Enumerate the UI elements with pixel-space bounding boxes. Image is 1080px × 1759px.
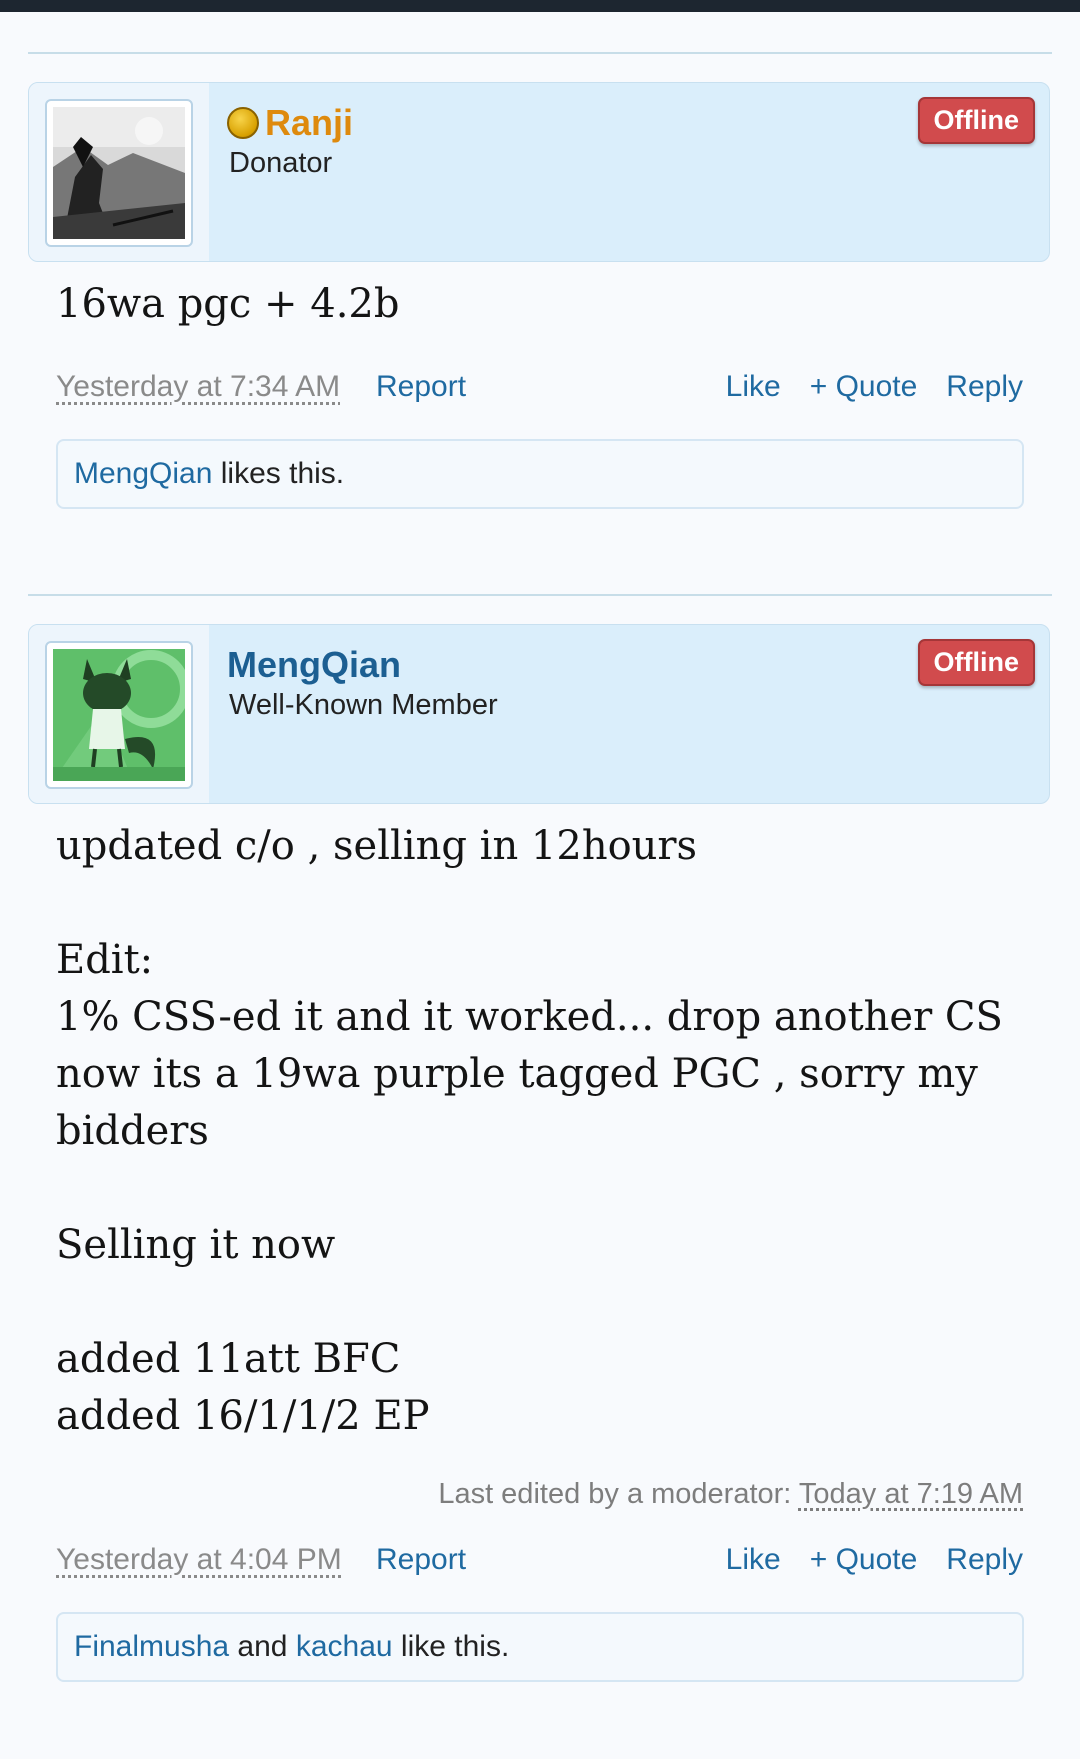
likes-summary: MengQian likes this. <box>56 439 1024 509</box>
reply-link[interactable]: Reply <box>946 1543 1023 1577</box>
message-line: bidders <box>56 1108 209 1154</box>
like-link[interactable]: Like <box>726 370 781 404</box>
avatar-image <box>53 649 185 781</box>
user-title: Donator <box>229 147 333 179</box>
liker-link[interactable]: kachau <box>296 1630 393 1663</box>
quote-link[interactable]: + Quote <box>810 1543 918 1577</box>
message-line: 1% CSS-ed it and it worked... drop anoth… <box>56 994 1003 1040</box>
user-title: Well-Known Member <box>229 689 498 721</box>
message-line <box>56 1274 1036 1331</box>
message-line: Edit: <box>56 937 154 983</box>
message-line <box>56 1160 1036 1217</box>
message-line <box>56 875 1036 932</box>
user-card: MengQian Well-Known Member Offline <box>28 624 1050 804</box>
like-link[interactable]: Like <box>726 1543 781 1577</box>
username[interactable]: Ranji <box>265 101 353 145</box>
username-row: Ranji <box>227 101 353 145</box>
gold-coin-icon <box>227 107 259 139</box>
likes-suffix: like this. <box>400 1630 510 1663</box>
post-divider <box>28 594 1052 596</box>
avatar-column <box>29 83 209 261</box>
liker-link[interactable]: MengQian <box>74 457 212 490</box>
reply-link[interactable]: Reply <box>946 370 1023 404</box>
post-message: 16wa pgc + 4.2b <box>56 276 1036 333</box>
user-card: Ranji Donator Offline <box>28 82 1050 262</box>
report-link[interactable]: Report <box>376 370 466 404</box>
edit-note-prefix: Last edited by a moderator: <box>438 1478 792 1510</box>
status-badge: Offline <box>917 97 1035 144</box>
message-line: updated c/o , selling in 12hours <box>56 823 698 869</box>
post-footer: Yesterday at 7:34 AM Report Like + Quote… <box>56 370 1023 410</box>
edit-note-time[interactable]: Today at 7:19 AM <box>799 1478 1023 1510</box>
status-badge: Offline <box>917 639 1035 686</box>
username-row: MengQian <box>227 643 401 687</box>
top-bar <box>0 0 1080 12</box>
liker-link[interactable]: Finalmusha <box>74 1630 229 1663</box>
post-divider <box>28 52 1052 54</box>
avatar-column <box>29 625 209 803</box>
post-actions: Like + Quote Reply <box>726 1543 1023 1577</box>
post-actions: Like + Quote Reply <box>726 370 1023 404</box>
message-line: now its a 19wa purple tagged PGC , sorry… <box>56 1051 978 1097</box>
avatar[interactable] <box>45 641 193 789</box>
username[interactable]: MengQian <box>227 643 401 687</box>
likes-summary: Finalmusha and kachau like this. <box>56 1612 1024 1682</box>
message-line: added 11att BFC <box>56 1336 401 1382</box>
post-footer: Yesterday at 4:04 PM Report Like + Quote… <box>56 1543 1023 1583</box>
report-link[interactable]: Report <box>376 1543 466 1577</box>
avatar[interactable] <box>45 99 193 247</box>
avatar-image <box>53 107 185 239</box>
message-line: 16wa pgc + 4.2b <box>56 281 400 327</box>
quote-link[interactable]: + Quote <box>810 370 918 404</box>
likes-conjunction: and <box>237 1630 288 1663</box>
edit-note: Last edited by a moderator: Today at 7:1… <box>438 1478 1023 1511</box>
message-line: added 16/1/1/2 EP <box>56 1393 430 1439</box>
likes-suffix: likes this. <box>220 457 345 490</box>
post-timestamp[interactable]: Yesterday at 4:04 PM <box>56 1543 342 1577</box>
message-line: Selling it now <box>56 1222 336 1268</box>
post-message: updated c/o , selling in 12hours Edit: 1… <box>56 818 1036 1445</box>
post-timestamp[interactable]: Yesterday at 7:34 AM <box>56 370 340 404</box>
